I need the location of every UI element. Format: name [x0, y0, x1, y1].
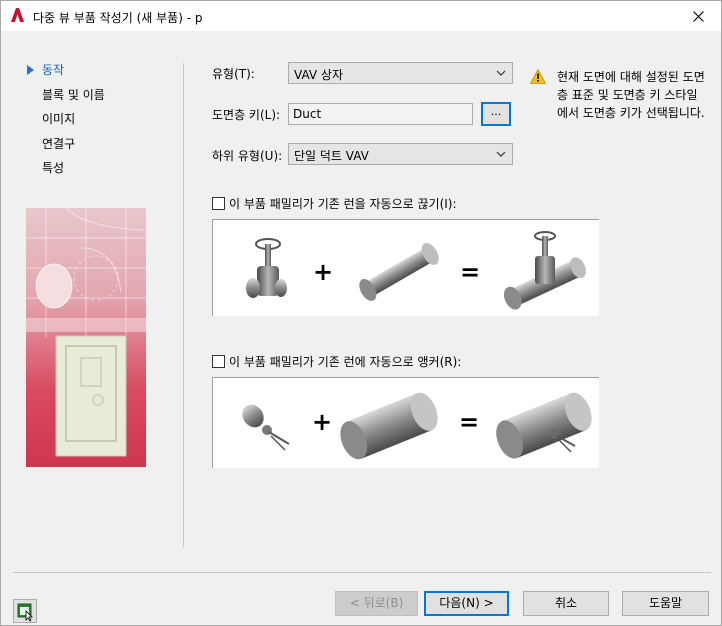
- wizard-side-image: [26, 208, 146, 467]
- auto-anchor-preview: + =: [212, 377, 599, 468]
- preview-toggle-button[interactable]: [13, 599, 37, 623]
- nav-item-connectors[interactable]: 연결구: [27, 135, 105, 160]
- layer-key-label: 도면층 키(L):: [212, 108, 281, 122]
- nav-item-label: 특성: [42, 161, 65, 175]
- equals-symbol: =: [459, 408, 480, 436]
- chevron-down-icon: [496, 70, 506, 76]
- nav-item-behavior[interactable]: 동작: [27, 61, 105, 86]
- sensor-on-duct-icon: [496, 392, 592, 459]
- warning-triangle-icon: [530, 69, 546, 84]
- dialog-window: 다중 뷰 부품 작성기 (새 부품) - p 동작 블록 및 이름 이미지 연결…: [0, 0, 722, 626]
- title-bar: 다중 뷰 부품 작성기 (새 부품) - p: [1, 1, 721, 31]
- auto-break-preview: + =: [212, 219, 599, 316]
- browse-layer-key-button[interactable]: ...: [481, 102, 511, 126]
- help-button[interactable]: 도움말: [622, 591, 709, 616]
- auto-break-label: 이 부품 패밀리가 기존 런을 자동으로 끊기(I):: [229, 197, 457, 211]
- footer-divider: [13, 572, 711, 573]
- sensor-icon: [242, 404, 290, 451]
- nav-item-label: 연결구: [42, 136, 76, 151]
- warning-message: 현재 도면에 대해 설정된 도면층 표준 및 도면층 키 스타일에서 도면층 키…: [557, 70, 705, 120]
- nav-item-label: 동작: [42, 63, 65, 77]
- wizard-nav: 동작 블록 및 이름 이미지 연결구 특성: [27, 61, 105, 184]
- close-icon: [692, 10, 704, 22]
- current-step-arrow-icon: [27, 65, 34, 75]
- auto-break-checkbox[interactable]: [212, 197, 225, 210]
- chevron-down-icon: [496, 151, 506, 157]
- blueprint-illustration: [26, 208, 146, 457]
- valve-icon: [246, 238, 287, 298]
- cancel-button[interactable]: 취소: [523, 591, 609, 616]
- layer-key-field: Duct: [288, 103, 473, 125]
- auto-anchor-option[interactable]: 이 부품 패밀리가 기존 런에 자동으로 앵커(R):: [212, 353, 461, 370]
- window-preview-icon: [17, 603, 33, 622]
- plus-symbol: +: [313, 258, 334, 286]
- nav-item-label: 이미지: [42, 112, 76, 126]
- equals-symbol: =: [460, 258, 481, 286]
- auto-anchor-label: 이 부품 패밀리가 기존 런에 자동으로 앵커(R):: [229, 355, 462, 369]
- type-select[interactable]: VAV 상자: [288, 62, 513, 84]
- nav-item-block-name[interactable]: 블록 및 이름: [27, 86, 105, 111]
- nav-divider: [183, 63, 184, 547]
- auto-break-option[interactable]: 이 부품 패밀리가 기존 런을 자동으로 끊기(I):: [212, 195, 457, 212]
- plus-symbol: +: [312, 408, 333, 436]
- type-label: 유형(T):: [212, 67, 255, 81]
- pipe-icon: [359, 243, 439, 301]
- subtype-select-value: 단일 덕트 VAV: [294, 149, 369, 163]
- subtype-select[interactable]: 단일 덕트 VAV: [288, 143, 513, 165]
- window-title: 다중 뷰 부품 작성기 (새 부품) - p: [33, 11, 203, 25]
- subtype-label: 하위 유형(U):: [212, 149, 283, 163]
- nav-item-label: 블록 및 이름: [42, 87, 105, 102]
- autocad-app-icon: [11, 8, 24, 22]
- anchor-diagram: [242, 392, 592, 460]
- type-select-value: VAV 상자: [294, 68, 343, 82]
- valve-on-pipe-icon: [503, 231, 586, 310]
- nav-item-properties[interactable]: 특성: [27, 159, 105, 184]
- duct-icon: [340, 392, 438, 460]
- back-button[interactable]: < 뒤로(B): [335, 591, 418, 616]
- break-diagram: [246, 231, 586, 310]
- nav-item-image[interactable]: 이미지: [27, 110, 105, 135]
- next-button[interactable]: 다음(N) >: [424, 591, 509, 616]
- close-button[interactable]: [675, 1, 721, 31]
- layer-key-value: Duct: [293, 107, 322, 121]
- auto-anchor-checkbox[interactable]: [212, 355, 225, 368]
